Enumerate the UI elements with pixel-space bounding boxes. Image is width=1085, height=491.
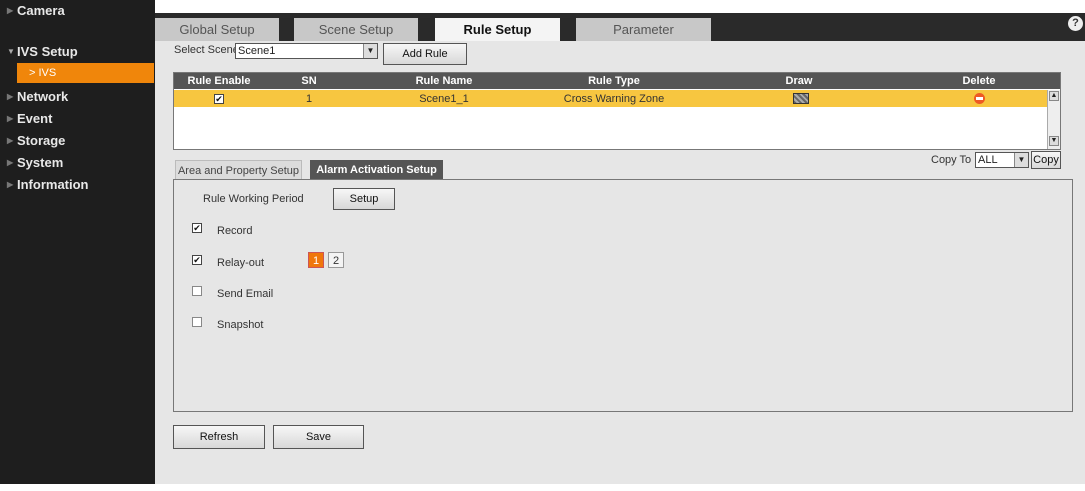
header-rule-enable: Rule Enable — [187, 75, 251, 87]
sidebar-item-network[interactable]: ▶ Network — [0, 86, 155, 108]
tab-scene-setup[interactable]: Scene Setup — [294, 18, 418, 42]
sidebar-item-label: System — [17, 155, 64, 170]
record-label: Record — [217, 225, 253, 237]
relay-1-button[interactable]: 1 — [308, 252, 324, 268]
sidebar-item-label: IVS Setup — [17, 44, 78, 59]
rule-name: Scene1_1 — [419, 93, 469, 105]
header-rule-name: Rule Name — [415, 75, 473, 87]
alarm-activation-panel — [173, 179, 1073, 412]
sidebar-item-storage[interactable]: ▶ Storage — [0, 130, 155, 152]
tab-alarm-activation-setup[interactable]: Alarm Activation Setup — [310, 160, 443, 180]
header-rule-type: Rule Type — [588, 75, 640, 87]
sidebar-item-information[interactable]: ▶ Information — [0, 174, 155, 196]
triangle-right-icon: ▶ — [7, 92, 14, 101]
triangle-right-icon: ▶ — [7, 114, 14, 123]
sidebar-item-label: Camera — [17, 3, 65, 18]
triangle-right-icon: ▶ — [7, 180, 14, 189]
sidebar-item-label: Storage — [17, 133, 66, 148]
triangle-down-icon: ▼ — [7, 47, 15, 56]
sidebar-item-event[interactable]: ▶ Event — [0, 108, 155, 130]
copy-button[interactable]: Copy — [1031, 151, 1061, 169]
header-sn: SN — [301, 75, 317, 87]
copy-to-select[interactable]: ALL ▼ — [975, 152, 1029, 168]
sidebar: ▶ Camera ▼ IVS Setup > IVS ▶ Network ▶ E… — [0, 0, 155, 484]
triangle-right-icon: ▶ — [7, 6, 14, 15]
rule-table: Rule Enable SN Rule Name Rule Type Draw … — [173, 72, 1061, 150]
sidebar-item-label: IVS — [38, 67, 57, 79]
copy-to-label: Copy To — [931, 154, 972, 166]
relay-out-checkbox[interactable]: ✔ — [192, 255, 202, 265]
chevron-right-icon: > — [29, 67, 36, 79]
rule-working-period-label: Rule Working Period — [203, 193, 304, 205]
dropdown-arrow-icon: ▼ — [1014, 153, 1028, 167]
sidebar-item-label: Event — [17, 111, 53, 126]
dropdown-arrow-icon: ▼ — [363, 44, 377, 58]
scroll-down-icon[interactable]: ▼ — [1049, 136, 1059, 146]
tab-area-property-setup[interactable]: Area and Property Setup — [175, 160, 302, 180]
tab-parameter[interactable]: Parameter — [576, 18, 711, 42]
scroll-up-icon[interactable]: ▲ — [1049, 91, 1059, 101]
relay-out-label: Relay-out — [217, 257, 265, 269]
delete-icon[interactable] — [974, 93, 985, 104]
sidebar-item-ivs[interactable]: > IVS — [17, 63, 154, 83]
refresh-button[interactable]: Refresh — [173, 425, 265, 449]
send-email-checkbox[interactable] — [192, 286, 202, 296]
sidebar-item-camera[interactable]: ▶ Camera — [0, 0, 155, 22]
rule-enable-checkbox[interactable]: ✔ — [214, 94, 224, 104]
select-scene-label: Select Scene — [174, 44, 239, 56]
save-button[interactable]: Save — [273, 425, 364, 449]
scene-select-value: Scene1 — [238, 45, 276, 57]
triangle-right-icon: ▶ — [7, 158, 14, 167]
relay-2-button[interactable]: 2 — [328, 252, 344, 268]
snapshot-checkbox[interactable] — [192, 317, 202, 327]
triangle-right-icon: ▶ — [7, 136, 14, 145]
add-rule-button[interactable]: Add Rule — [383, 43, 467, 65]
help-icon[interactable]: ? — [1068, 16, 1083, 31]
sidebar-item-ivs-setup[interactable]: ▼ IVS Setup — [0, 41, 155, 63]
tab-rule-setup[interactable]: Rule Setup — [435, 18, 560, 42]
tab-global-setup[interactable]: Global Setup — [155, 18, 279, 42]
rule-type: Cross Warning Zone — [563, 93, 665, 105]
sidebar-item-label: Information — [17, 177, 89, 192]
sidebar-item-system[interactable]: ▶ System — [0, 152, 155, 174]
copy-to-value: ALL — [978, 154, 998, 166]
scene-select[interactable]: Scene1 ▼ — [235, 43, 378, 59]
snapshot-label: Snapshot — [217, 319, 264, 331]
draw-icon[interactable] — [793, 93, 809, 104]
header-delete: Delete — [962, 75, 996, 87]
send-email-label: Send Email — [217, 288, 274, 300]
sidebar-item-label: Network — [17, 89, 69, 104]
header-draw: Draw — [785, 75, 813, 87]
table-scrollbar[interactable]: ▲ ▼ — [1047, 90, 1060, 149]
rule-sn: 1 — [305, 93, 313, 105]
record-checkbox[interactable]: ✔ — [192, 223, 202, 233]
setup-button[interactable]: Setup — [333, 188, 395, 210]
